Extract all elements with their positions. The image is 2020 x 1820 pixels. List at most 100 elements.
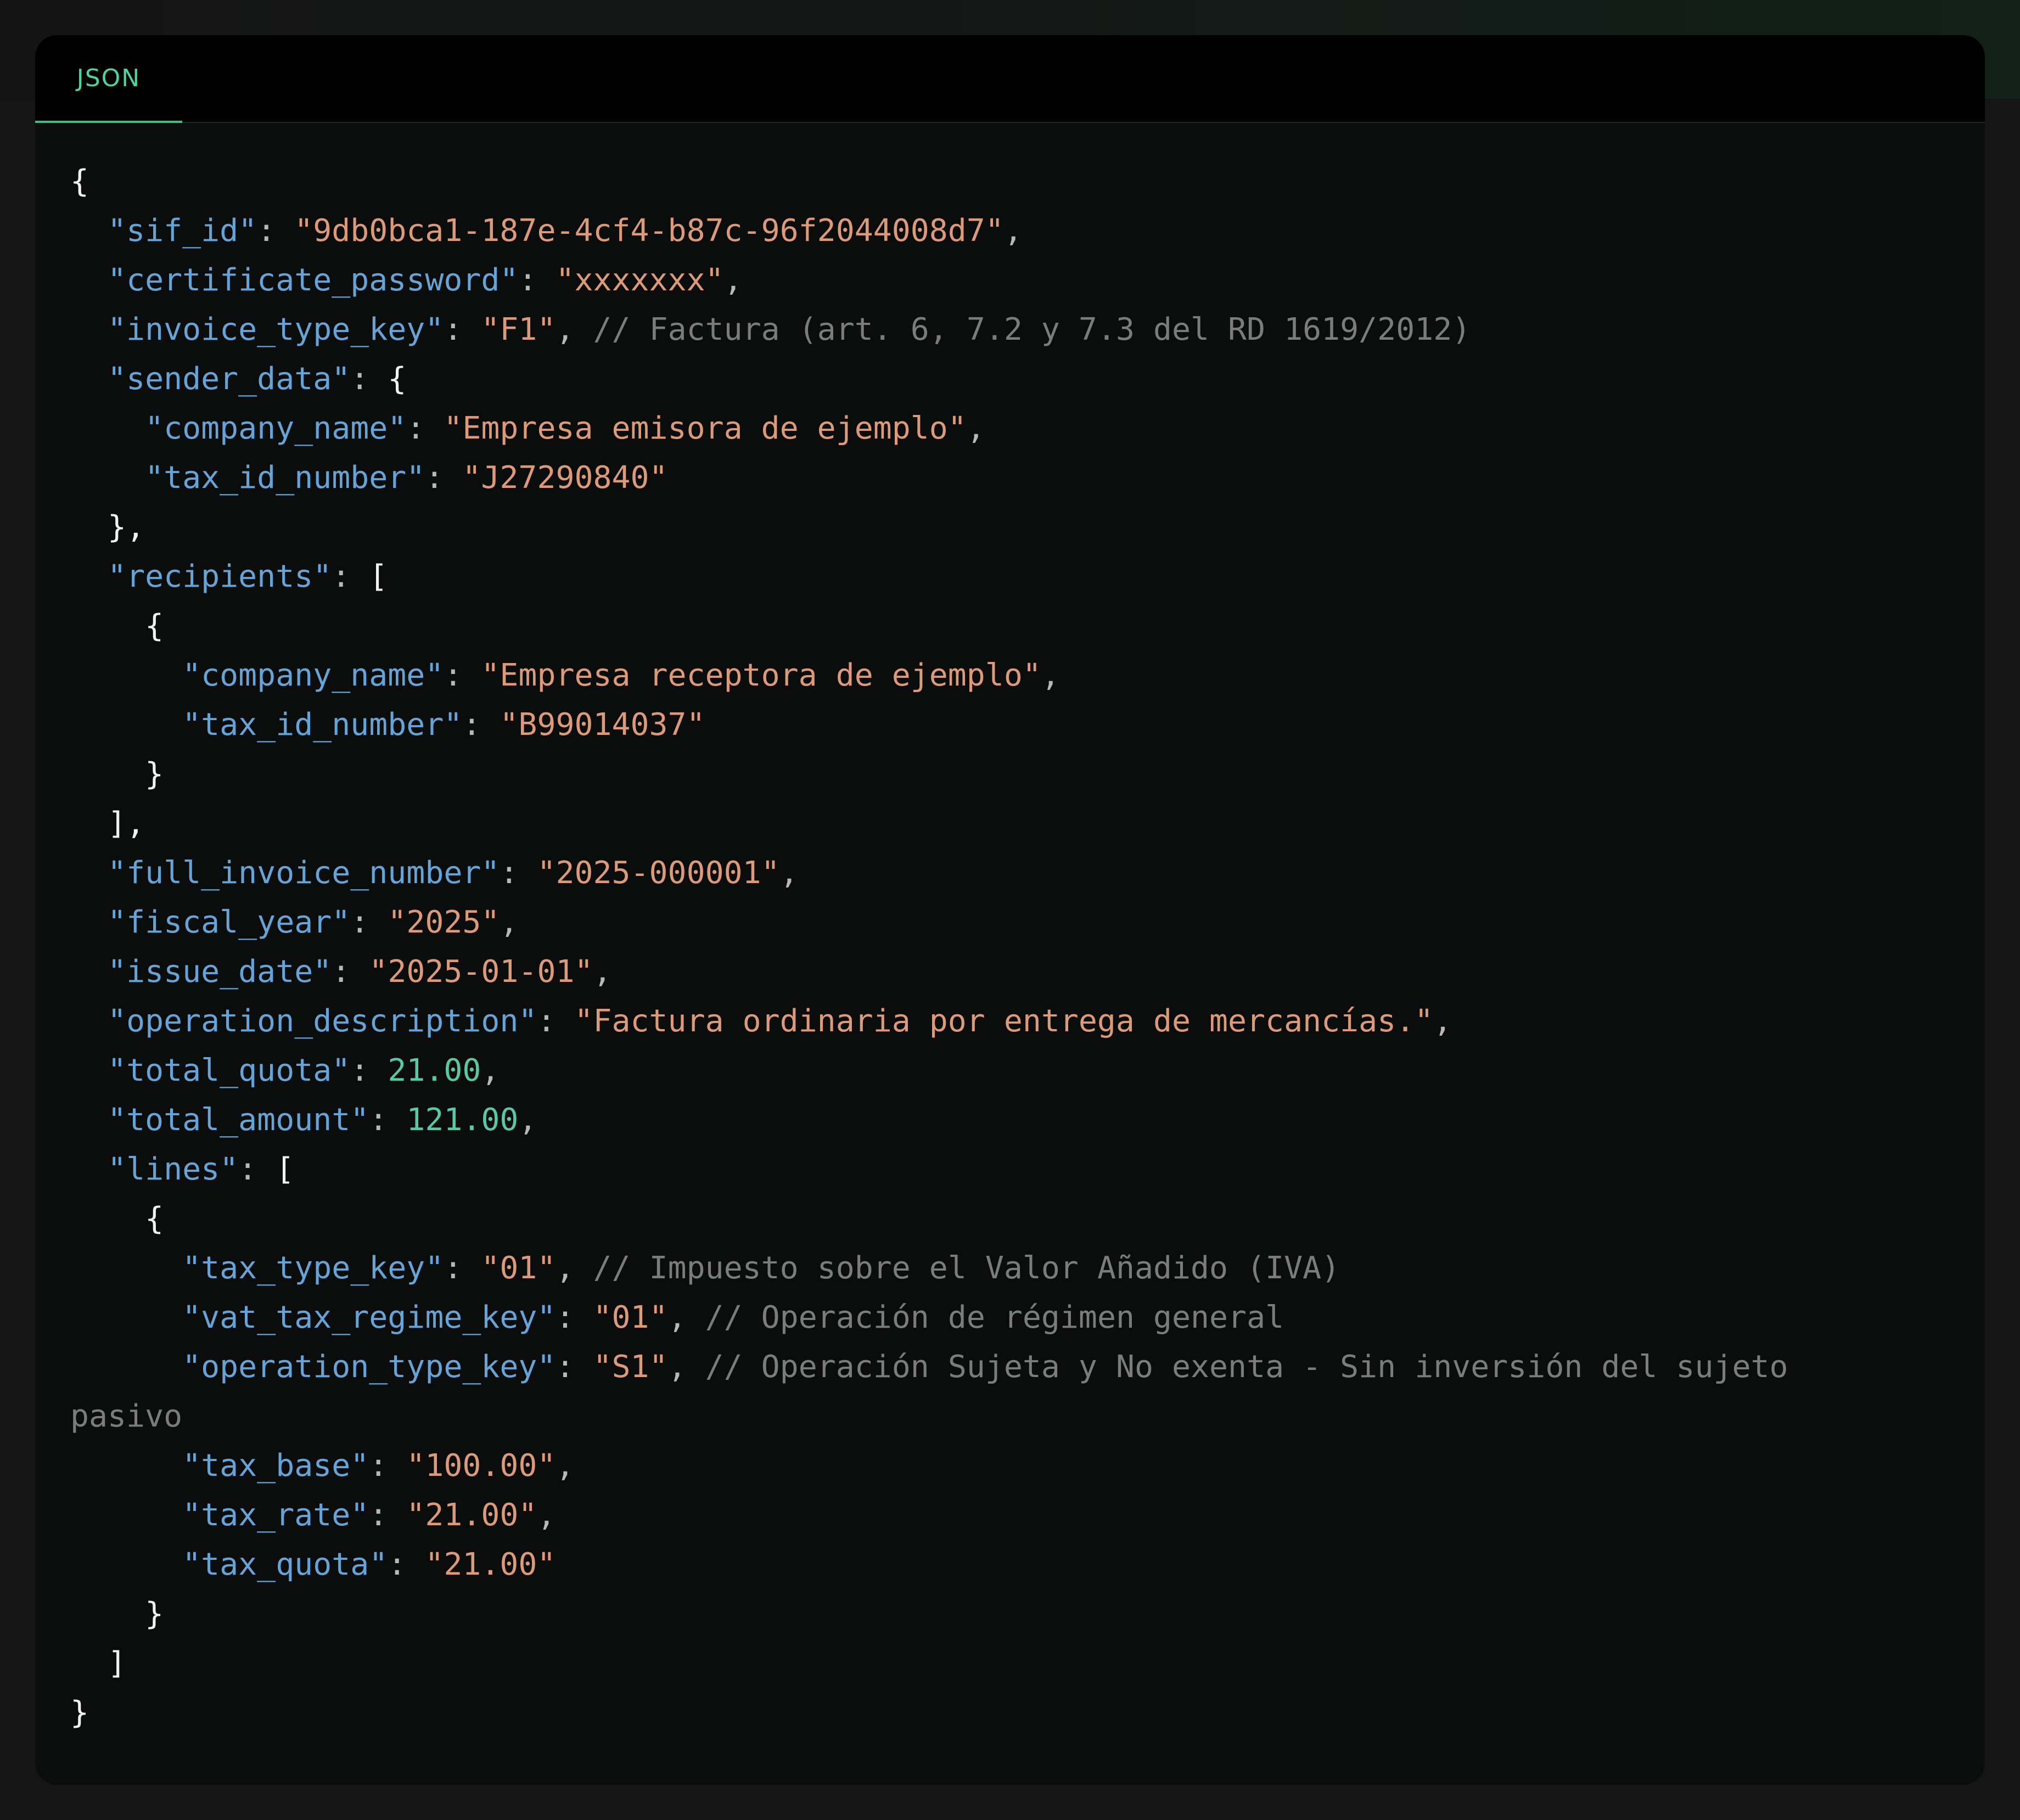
punctuation: , <box>1003 213 1023 249</box>
punctuation <box>70 1250 182 1286</box>
punctuation: { <box>70 164 89 199</box>
json-string: "9db0bca1-187e-4cf4-b87c-96f2044008d7" <box>294 213 1004 249</box>
punctuation: : <box>406 411 444 446</box>
punctuation: ], <box>70 806 145 841</box>
code-line: "company_name": "Empresa emisora de ejem… <box>70 404 1953 453</box>
punctuation: , <box>518 1102 537 1138</box>
punctuation <box>70 954 108 990</box>
json-key: "tax_quota" <box>182 1547 388 1582</box>
json-number: 121.00 <box>406 1102 519 1138</box>
punctuation <box>70 1003 108 1039</box>
code-line: "operation_type_key": "S1", // Operación… <box>70 1342 1953 1392</box>
punctuation: , <box>1041 658 1060 693</box>
active-tab-indicator <box>35 121 182 123</box>
code-line: "vat_tax_regime_key": "01", // Operación… <box>70 1293 1953 1342</box>
punctuation: : <box>556 1349 593 1385</box>
punctuation <box>70 559 108 594</box>
json-key: "lines" <box>108 1151 239 1187</box>
json-string: "Empresa emisora de ejemplo" <box>444 411 967 446</box>
punctuation: , <box>593 954 612 990</box>
punctuation <box>70 1547 182 1582</box>
code-line: { <box>70 157 1953 206</box>
punctuation <box>70 1349 182 1385</box>
json-string: "xxxxxxx" <box>556 262 724 298</box>
json-key: "company_name" <box>182 658 444 693</box>
punctuation: { <box>70 608 164 644</box>
json-key: "vat_tax_regime_key" <box>182 1300 556 1335</box>
json-string: "21.00" <box>406 1497 537 1533</box>
code-comment: pasivo <box>70 1398 183 1434</box>
json-key: "sif_id" <box>108 213 257 249</box>
punctuation <box>70 312 108 347</box>
json-key: "tax_base" <box>182 1448 369 1484</box>
punctuation: { <box>70 1201 164 1237</box>
code-panel: JSON { "sif_id": "9db0bca1-187e-4cf4-b87… <box>35 35 1985 1785</box>
punctuation: } <box>70 1596 164 1632</box>
code-block: { "sif_id": "9db0bca1-187e-4cf4-b87c-96f… <box>70 157 1953 1738</box>
punctuation <box>70 1448 182 1484</box>
punctuation: : <box>556 1300 593 1335</box>
json-key: "tax_rate" <box>182 1497 369 1533</box>
json-key: "fiscal_year" <box>108 905 351 940</box>
code-line: } <box>70 1589 1953 1639</box>
json-key: "operation_type_key" <box>182 1349 556 1385</box>
code-line: "tax_type_key": "01", // Impuesto sobre … <box>70 1244 1953 1293</box>
code-line: "total_quota": 21.00, <box>70 1046 1953 1096</box>
punctuation: : <box>369 1448 407 1484</box>
code-line: "total_amount": 121.00, <box>70 1096 1953 1145</box>
code-line: "lines": [ <box>70 1145 1953 1194</box>
json-key: "recipients" <box>108 559 332 594</box>
punctuation: , <box>556 1448 575 1484</box>
code-line: "recipients": [ <box>70 552 1953 602</box>
code-line: pasivo <box>70 1392 1953 1441</box>
punctuation: : <box>518 262 556 298</box>
punctuation: , <box>966 411 985 446</box>
json-string: "01" <box>481 1250 556 1286</box>
json-string: "S1" <box>593 1349 668 1385</box>
punctuation: : <box>425 460 463 496</box>
json-key: "full_invoice_number" <box>108 855 500 891</box>
punctuation: : <box>388 1547 425 1582</box>
json-key: "operation_description" <box>108 1003 537 1039</box>
json-key: "tax_id_number" <box>145 460 425 496</box>
json-string: "01" <box>593 1300 668 1335</box>
punctuation: : <box>257 213 295 249</box>
code-line: "invoice_type_key": "F1", // Factura (ar… <box>70 305 1953 355</box>
punctuation: ] <box>70 1645 127 1681</box>
code-line: "tax_rate": "21.00", <box>70 1491 1953 1540</box>
json-key: "total_amount" <box>108 1102 369 1138</box>
punctuation: , <box>481 1053 500 1088</box>
json-string: "Factura ordinaria por entrega de mercan… <box>574 1003 1434 1039</box>
code-line: "fiscal_year": "2025", <box>70 898 1953 947</box>
punctuation: : <box>444 1250 481 1286</box>
json-key: "company_name" <box>145 411 407 446</box>
json-key: "tax_id_number" <box>182 707 463 743</box>
json-string: "2025-01-01" <box>369 954 593 990</box>
punctuation: : <box>350 361 388 397</box>
code-line: ] <box>70 1639 1953 1688</box>
punctuation: { <box>388 361 407 397</box>
punctuation <box>70 855 108 891</box>
code-comment: // Impuesto sobre el Valor Añadido (IVA) <box>593 1250 1340 1286</box>
punctuation: : <box>332 954 369 990</box>
punctuation: : <box>332 559 369 594</box>
json-key: "issue_date" <box>108 954 332 990</box>
punctuation: } <box>70 756 164 792</box>
json-string: "J27290840" <box>462 460 668 496</box>
tab-json-label: JSON <box>76 64 141 92</box>
punctuation: } <box>70 1695 89 1731</box>
punctuation: , <box>667 1300 705 1335</box>
json-key: "invoice_type_key" <box>108 312 444 347</box>
json-key: "total_quota" <box>108 1053 351 1088</box>
punctuation: , <box>537 1497 556 1533</box>
punctuation <box>70 411 145 446</box>
punctuation: : <box>350 905 388 940</box>
punctuation: , <box>556 312 593 347</box>
punctuation: : <box>369 1102 407 1138</box>
punctuation <box>70 213 108 249</box>
json-key: "certificate_password" <box>108 262 519 298</box>
json-string: "21.00" <box>425 1547 556 1582</box>
code-line: { <box>70 1194 1953 1244</box>
punctuation: : <box>238 1151 276 1187</box>
tab-json[interactable]: JSON <box>35 35 182 123</box>
